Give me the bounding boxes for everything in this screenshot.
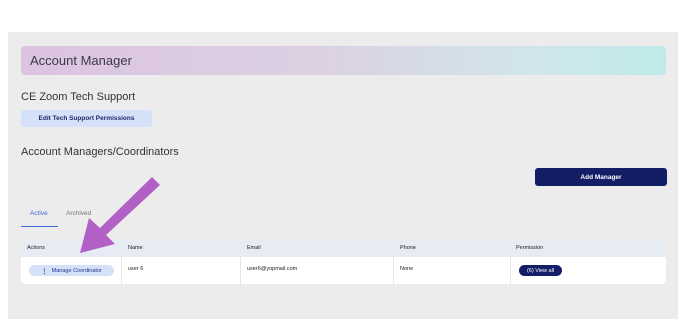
tab-archived[interactable]: Archived xyxy=(66,210,91,217)
active-tab-indicator xyxy=(21,226,58,227)
add-manager-button[interactable]: Add Manager xyxy=(535,168,667,186)
column-header-phone: Phone xyxy=(400,245,416,251)
managers-table: Actions Name Email Phone Permission ⋮ Ma… xyxy=(21,239,666,284)
column-divider xyxy=(121,257,122,284)
column-divider xyxy=(393,257,394,284)
table-header xyxy=(21,239,666,257)
manage-coordinator-button[interactable]: ⋮ Manage Coordinator xyxy=(29,265,114,276)
tab-active[interactable]: Active xyxy=(30,210,48,217)
row-email: user6@yopmail.com xyxy=(247,266,298,272)
tech-support-title: CE Zoom Tech Support xyxy=(21,91,136,103)
column-header-name: Name xyxy=(128,245,143,251)
column-header-permission: Permission xyxy=(516,245,544,251)
managers-section-title: Account Managers/Coordinators xyxy=(21,146,179,158)
view-all-permissions-button[interactable]: (6) View all xyxy=(519,265,562,276)
row-name: user 6 xyxy=(128,266,144,272)
row-phone: None xyxy=(400,266,414,272)
edit-tech-support-permissions-button[interactable]: Edit Tech Support Permissions xyxy=(21,110,152,127)
vertical-dots-icon: ⋮ xyxy=(41,267,48,275)
column-divider xyxy=(240,257,241,284)
column-header-actions: Actions xyxy=(27,245,46,251)
column-header-email: Email xyxy=(247,245,261,251)
page-title: Account Manager xyxy=(30,53,132,68)
manage-coordinator-label: Manage Coordinator xyxy=(51,267,102,274)
column-divider xyxy=(510,257,511,284)
